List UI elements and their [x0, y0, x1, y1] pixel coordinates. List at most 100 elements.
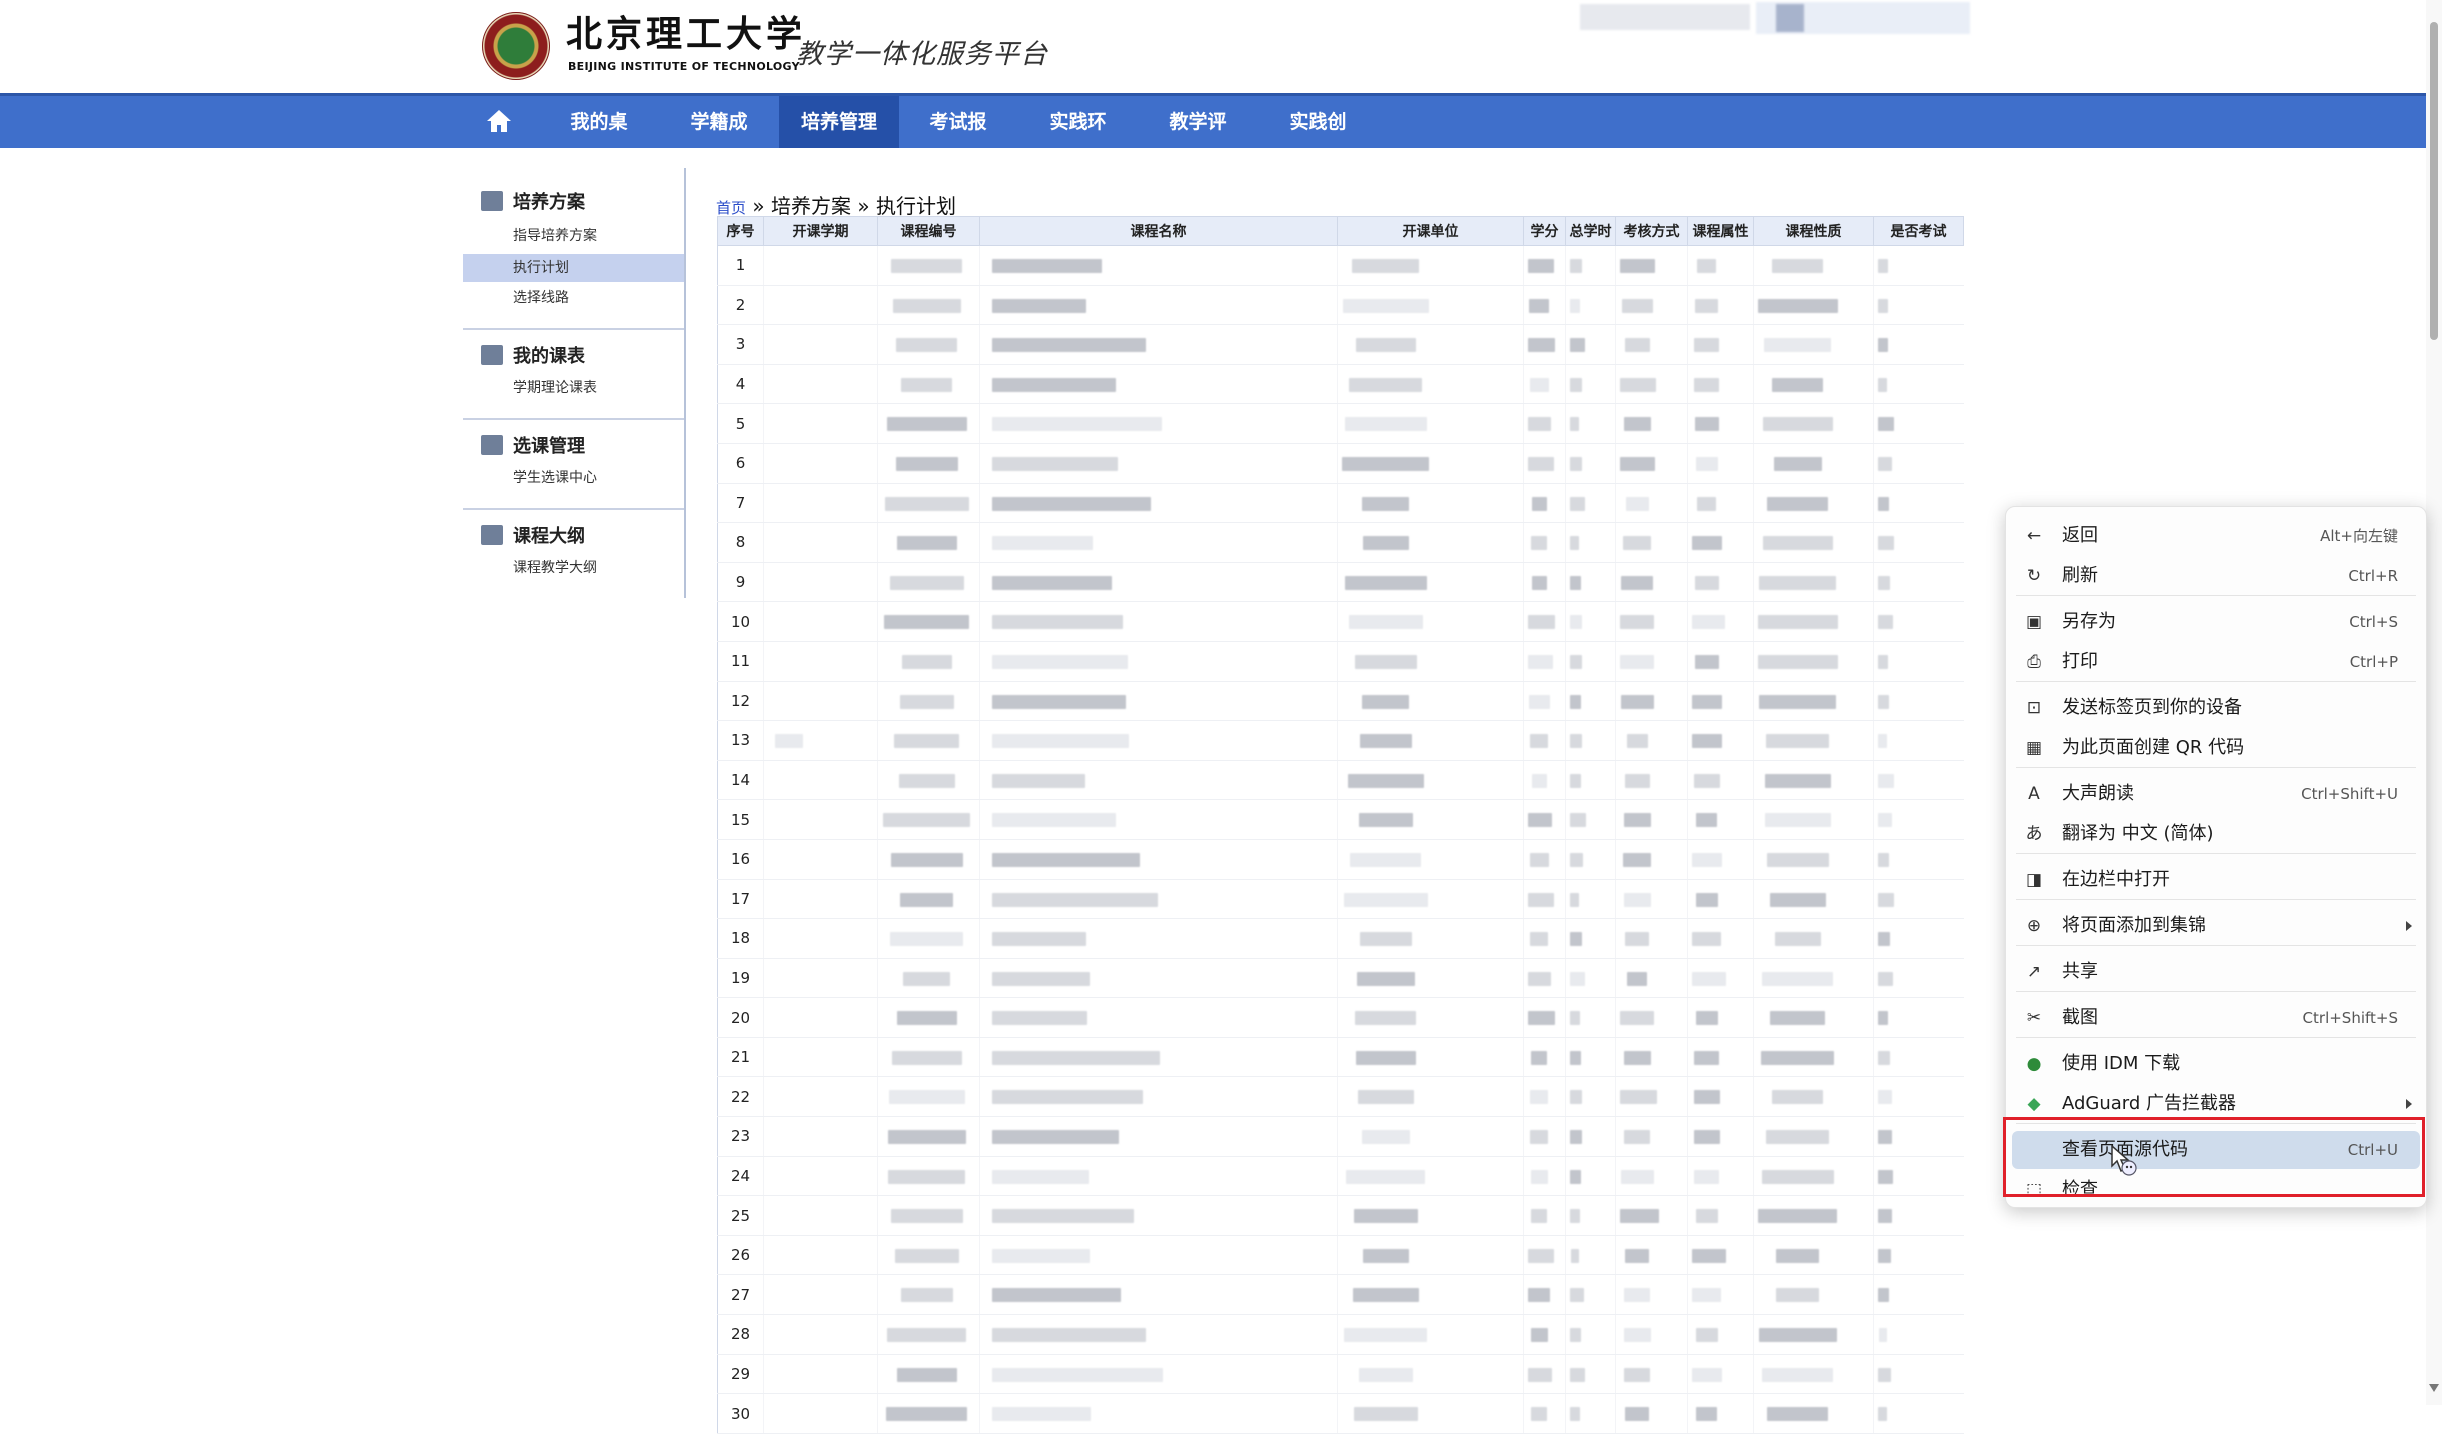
sidebar-heading[interactable]: 课程大纲: [481, 522, 585, 548]
context-menu-item[interactable]: ↗ 共享: [2012, 953, 2420, 991]
blurred-cell: [1565, 1235, 1616, 1276]
share-icon: ↗: [2026, 962, 2042, 982]
context-menu-item[interactable]: ← 返回 Alt+向左键: [2012, 517, 2420, 555]
context-menu-item[interactable]: ⊕ 将页面添加到集锦: [2012, 907, 2420, 945]
redacted-text: [1878, 1050, 1890, 1065]
table-row[interactable]: 29: [717, 1354, 1964, 1395]
table-row[interactable]: 8: [717, 522, 1964, 563]
blurred-cell: [763, 641, 878, 682]
university-seal-logo[interactable]: [482, 12, 550, 80]
context-menu-item[interactable]: A 大声朗读 Ctrl+Shift+U: [2012, 775, 2420, 813]
table-row[interactable]: 9: [717, 562, 1964, 603]
redacted-text: [1356, 338, 1416, 353]
sidebar-item-guidance-plan[interactable]: 指导培养方案: [463, 222, 684, 250]
table-row[interactable]: 14: [717, 760, 1964, 801]
redacted-text: [1878, 496, 1889, 511]
table-row[interactable]: 11: [717, 641, 1964, 682]
table-row[interactable]: 30: [717, 1393, 1964, 1434]
blurred-cell: [763, 720, 878, 761]
scrollbar-thumb[interactable]: [2430, 22, 2438, 340]
context-menu-item[interactable]: ◨ 在边栏中打开: [2012, 861, 2420, 899]
table-row[interactable]: 22: [717, 1076, 1964, 1118]
redacted-text: [1355, 654, 1417, 669]
table-row[interactable]: 4: [717, 364, 1964, 405]
nav-training-management[interactable]: 培养管理: [779, 96, 899, 148]
table-row[interactable]: 13: [717, 720, 1964, 761]
table-row[interactable]: 12: [717, 681, 1964, 722]
table-row[interactable]: 2: [717, 285, 1964, 326]
row-index: 20: [717, 997, 764, 1038]
page-scrollbar[interactable]: [2426, 0, 2442, 1405]
table-row[interactable]: 1: [717, 245, 1964, 286]
row-index: 1: [717, 245, 764, 286]
table-row[interactable]: 19: [717, 958, 1964, 999]
blurred-cell: [877, 1354, 980, 1395]
context-menu-item[interactable]: ▣ 另存为 Ctrl+S: [2012, 603, 2420, 641]
table-row[interactable]: 21: [717, 1037, 1964, 1078]
nav-practice-innovation[interactable]: 实践创新: [1268, 96, 1368, 185]
sidebar-item-select-route[interactable]: 选择线路: [463, 284, 684, 312]
redacted-text: [1530, 932, 1548, 947]
blurred-cell: [1337, 1195, 1524, 1236]
blurred-cell: [877, 839, 980, 880]
blurred-cell: [877, 483, 980, 524]
context-menu-item[interactable]: あ翻译为 中文 (简体): [2012, 815, 2420, 853]
redacted-text: [1759, 1328, 1837, 1343]
table-row[interactable]: 20: [717, 997, 1964, 1038]
nav-my-desktop[interactable]: 我的桌面: [549, 96, 649, 185]
table-row[interactable]: 17: [717, 879, 1964, 920]
blurred-cell: [1523, 1393, 1566, 1434]
table-row[interactable]: 24: [717, 1156, 1964, 1197]
user-avatar[interactable]: [1776, 4, 1804, 32]
context-menu-item[interactable]: ✂ 截图 Ctrl+Shift+S: [2012, 999, 2420, 1037]
table-row[interactable]: 7: [717, 483, 1964, 524]
table-row[interactable]: 16: [717, 839, 1964, 880]
blurred-cell: [763, 1116, 878, 1157]
redacted-text: [1878, 892, 1894, 907]
context-menu-item[interactable]: ▦ 为此页面创建 QR 代码: [2012, 729, 2420, 767]
table-row[interactable]: 3: [717, 324, 1964, 365]
blurred-cell: [1753, 1274, 1874, 1316]
blurred-cell: [1523, 1274, 1566, 1316]
blurred-cell: [1523, 1076, 1566, 1118]
sidebar-heading[interactable]: 我的课表: [481, 342, 585, 368]
context-menu-item[interactable]: ● 使用 IDM 下载: [2012, 1045, 2420, 1083]
sidebar-item-course-syllabus[interactable]: 课程教学大纲: [463, 554, 684, 582]
redacted-text: [1624, 417, 1651, 432]
context-menu-item[interactable]: ↻ 刷新 Ctrl+R: [2012, 557, 2420, 595]
redacted-text: [1762, 1367, 1833, 1382]
table-row[interactable]: 6: [717, 443, 1964, 484]
redacted-text: [1878, 734, 1887, 749]
table-row[interactable]: 26: [717, 1235, 1964, 1276]
table-row[interactable]: 15: [717, 799, 1964, 840]
context-menu-item[interactable]: ⎙ 打印 Ctrl+P: [2012, 643, 2420, 681]
table-row[interactable]: 25: [717, 1195, 1964, 1236]
sidebar-item-course-selection-center[interactable]: 学生选课中心: [463, 464, 684, 492]
table-row[interactable]: 27: [717, 1274, 1964, 1316]
sidebar-item-semester-schedule[interactable]: 学期理论课表: [463, 374, 684, 402]
nav-teaching-evaluation[interactable]: 教学评价: [1148, 96, 1248, 185]
redacted-text: [1694, 1050, 1719, 1065]
blurred-cell: [1687, 958, 1754, 999]
nav-academic-records[interactable]: 学籍成绩: [669, 96, 769, 185]
save-as-icon: ▣: [2025, 612, 2043, 632]
sidebar-heading[interactable]: 选课管理: [481, 432, 585, 458]
redacted-text: [1694, 377, 1719, 392]
list-icon: [481, 525, 503, 545]
table-row[interactable]: 5: [717, 403, 1964, 444]
redacted-text: [1529, 694, 1550, 709]
scroll-down-arrow-icon[interactable]: [2429, 1384, 2439, 1392]
table-row[interactable]: 23: [717, 1116, 1964, 1157]
nav-practice[interactable]: 实践环节: [1028, 96, 1128, 185]
blurred-cell: [763, 879, 878, 920]
table-row[interactable]: 28: [717, 1314, 1964, 1355]
context-menu-item[interactable]: ⊡ 发送标签页到你的设备: [2012, 689, 2420, 727]
table-row[interactable]: 10: [717, 601, 1964, 642]
sidebar-heading[interactable]: 培养方案: [481, 188, 585, 214]
blurred-cell: [1873, 1156, 1964, 1197]
sidebar-item-execution-plan[interactable]: 执行计划: [463, 254, 684, 282]
home-icon[interactable]: [484, 106, 514, 136]
table-row[interactable]: 18: [717, 918, 1964, 959]
nav-exam-registration[interactable]: 考试报名: [908, 96, 1008, 185]
breadcrumb-home-link[interactable]: 首页: [716, 199, 746, 217]
